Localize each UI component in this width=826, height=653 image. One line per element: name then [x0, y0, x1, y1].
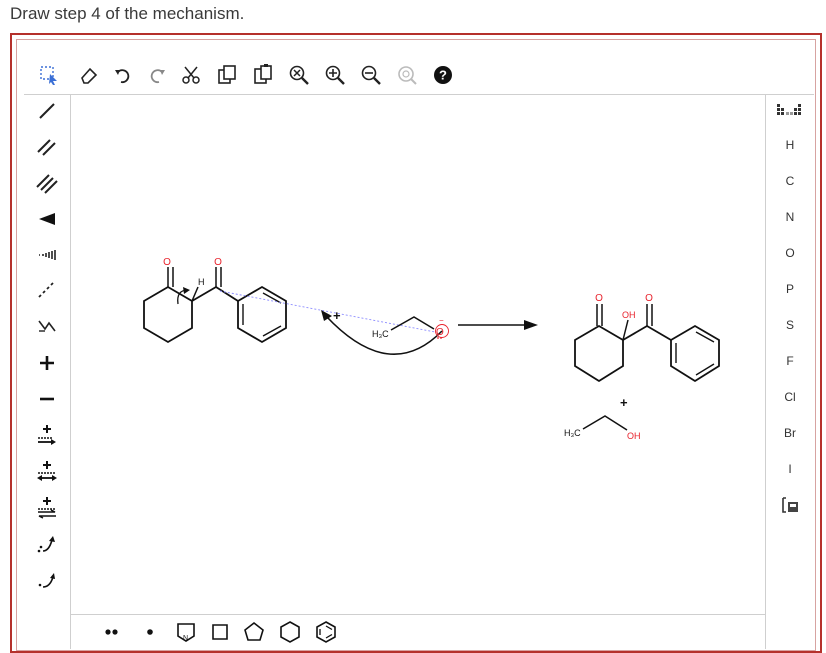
redo-icon[interactable] — [144, 63, 170, 87]
drawing-canvas[interactable]: O H O + H₃C O − O OH O + H₃C OH — [70, 94, 766, 615]
radical-icon[interactable] — [136, 619, 164, 645]
product-benzene-ring — [670, 324, 720, 383]
plus-sign-2: + — [620, 395, 628, 410]
svg-text:N: N — [183, 635, 188, 642]
product-benzoyl-o: O — [645, 293, 653, 304]
benzene-icon[interactable] — [312, 619, 340, 645]
right-toolbar: H C N O P S F Cl Br I — [765, 94, 814, 649]
element-br-button[interactable]: Br — [772, 420, 808, 446]
svg-text:?: ? — [439, 68, 447, 83]
undo-icon[interactable] — [110, 63, 136, 87]
element-p-button[interactable]: P — [772, 276, 808, 302]
ethoxide-h3c: H₃C — [372, 329, 389, 339]
structure-editor: ? H C N O P S F Cl Br I O H O + H₃C O − … — [24, 56, 814, 649]
element-n-button[interactable]: N — [772, 204, 808, 230]
reactant-benzene-ring — [237, 285, 287, 344]
ethanol-oh: OH — [627, 431, 641, 441]
top-toolbar: ? — [24, 56, 814, 95]
copy-icon[interactable] — [214, 63, 240, 87]
bottom-toolbar: N — [70, 614, 766, 649]
reactant-benzoyl-o: O — [214, 257, 222, 268]
wavy-bond-icon[interactable] — [30, 276, 64, 306]
element-h-button[interactable]: H — [772, 132, 808, 158]
cyclopentane-icon[interactable] — [240, 619, 268, 645]
product-oh: OH — [622, 310, 636, 320]
chain-icon[interactable] — [30, 312, 64, 342]
ethoxide-o: O — [436, 327, 444, 338]
help-icon[interactable]: ? — [430, 63, 456, 87]
plus-sign-1: + — [333, 308, 341, 323]
product-cyclohexane-ring — [574, 324, 624, 383]
question-prompt: Draw step 4 of the mechanism. — [10, 4, 245, 23]
single-electron-arrow-icon[interactable] — [30, 564, 64, 594]
double-headed-arrow-icon[interactable] — [30, 456, 64, 486]
eraser-icon[interactable] — [76, 63, 102, 87]
cyclobutane-icon[interactable] — [206, 619, 234, 645]
triple-bond-icon[interactable] — [30, 168, 64, 198]
ethoxide-negative-charge: − — [439, 316, 444, 325]
double-bond-icon[interactable] — [30, 132, 64, 162]
reactant-ketone-o: O — [163, 257, 171, 268]
element-s-button[interactable]: S — [772, 312, 808, 338]
reactant-cyclohexane-ring — [143, 285, 193, 344]
element-c-button[interactable]: C — [772, 168, 808, 194]
reactant-ketone-bond — [167, 267, 174, 287]
element-o-button[interactable]: O — [772, 240, 808, 266]
lone-pair-icon[interactable] — [98, 619, 126, 645]
cut-icon[interactable] — [178, 63, 204, 87]
element-f-button[interactable]: F — [772, 348, 808, 374]
hash-bond-icon[interactable] — [30, 240, 64, 270]
select-lasso-icon[interactable] — [36, 63, 62, 87]
positive-charge-icon[interactable] — [30, 348, 64, 378]
zoom-out-icon[interactable] — [358, 63, 384, 87]
electron-pair-arrow-icon[interactable] — [30, 528, 64, 558]
paste-icon[interactable] — [250, 63, 276, 87]
template-ring-n-icon[interactable]: N — [172, 619, 200, 645]
clean-icon[interactable] — [394, 63, 420, 87]
reactant-alpha-h: H — [198, 277, 205, 287]
zoom-in-icon[interactable] — [322, 63, 348, 87]
negative-charge-icon[interactable] — [30, 384, 64, 414]
reaction-arrow-icon[interactable] — [30, 420, 64, 450]
zoom-clear-icon[interactable] — [286, 63, 312, 87]
generic-group-icon[interactable] — [772, 492, 808, 518]
cyclohexane-icon[interactable] — [276, 619, 304, 645]
equilibrium-arrow-icon[interactable] — [30, 492, 64, 522]
element-i-button[interactable]: I — [772, 456, 808, 482]
ethanol-h3c: H₃C — [564, 428, 581, 438]
periodic-table-icon[interactable] — [772, 98, 808, 124]
single-bond-icon[interactable] — [30, 96, 64, 126]
left-toolbar — [24, 94, 71, 649]
reactant-benzoyl-carbonyl — [215, 267, 222, 287]
wedge-bond-icon[interactable] — [30, 204, 64, 234]
product-ketone-o: O — [595, 293, 603, 304]
element-cl-button[interactable]: Cl — [772, 384, 808, 410]
